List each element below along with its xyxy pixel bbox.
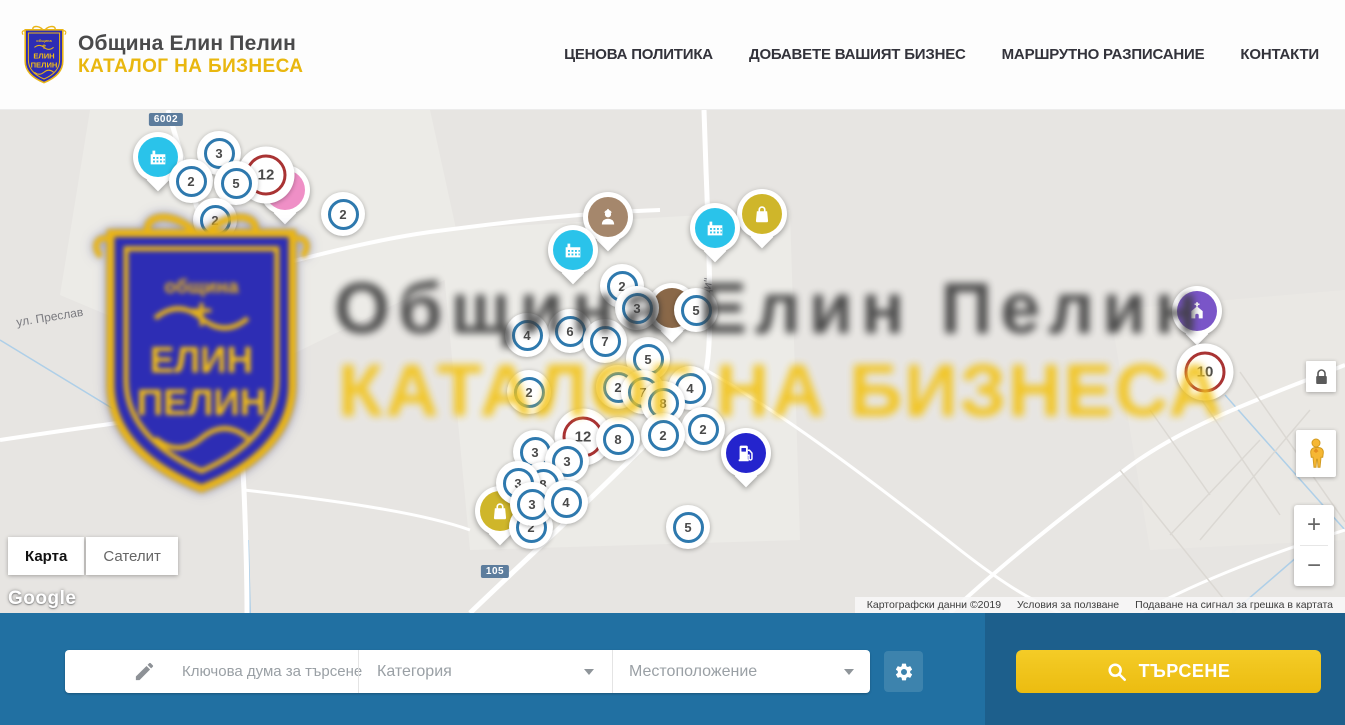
map-type-control: Карта Сателит	[8, 537, 178, 575]
search-fields-group: Категория Местоположение	[65, 650, 870, 693]
cluster-marker[interactable]: 3	[615, 286, 659, 330]
zoom-out-button[interactable]: −	[1294, 546, 1334, 586]
google-logo[interactable]: Google	[8, 588, 76, 610]
site-title: Община Елин Пелин	[78, 32, 303, 56]
street-view-pegman-button[interactable]	[1296, 430, 1336, 477]
fuel-pin-marker[interactable]	[721, 428, 771, 478]
chevron-down-icon	[844, 669, 854, 675]
cluster-marker[interactable]: 10	[1177, 344, 1234, 401]
location-select-label: Местоположение	[629, 663, 757, 681]
map-type-map-button[interactable]: Карта	[8, 537, 84, 575]
municipality-crest-icon	[20, 25, 68, 85]
category-select-label: Категория	[377, 663, 452, 681]
chevron-down-icon	[584, 669, 594, 675]
keyword-search-input[interactable]	[182, 663, 367, 680]
cluster-marker[interactable]: 2	[193, 198, 237, 242]
site-header: Община Елин Пелин КАТАЛОГ НА БИЗНЕСА ЦЕН…	[0, 0, 1345, 110]
nav-contacts[interactable]: КОНТАКТИ	[1240, 46, 1319, 63]
cluster-marker[interactable]: 2	[507, 370, 551, 414]
cluster-marker[interactable]: 5	[674, 288, 718, 332]
road-shield: 105	[481, 565, 509, 578]
google-map[interactable]: 6002105ул. Преславбул. „Новоселци" 31225…	[0, 110, 1345, 613]
location-select[interactable]: Местоположение	[612, 650, 870, 693]
cluster-marker[interactable]: 5	[666, 505, 710, 549]
search-icon	[1107, 662, 1127, 682]
search-button-label: ТЪРСЕНЕ	[1139, 661, 1231, 682]
nav-pricing-policy[interactable]: ЦЕНОВА ПОЛИТИКА	[564, 46, 713, 63]
lock-icon	[1315, 369, 1328, 385]
cluster-marker[interactable]: 2	[641, 413, 685, 457]
attribution-report-error-link[interactable]: Подаване на сигнал за грешка в картата	[1127, 599, 1341, 611]
category-select[interactable]: Категория	[358, 650, 612, 693]
church-pin-marker[interactable]	[1172, 286, 1222, 336]
main-nav: ЦЕНОВА ПОЛИТИКА ДОБАВЕТЕ ВАШИЯТ БИЗНЕС М…	[564, 46, 1319, 63]
lock-button[interactable]	[1306, 361, 1336, 392]
map-attribution: Картографски данни ©2019 Условия за полз…	[855, 597, 1345, 613]
cluster-marker[interactable]: 2	[681, 407, 725, 451]
cluster-marker[interactable]: 4	[544, 480, 588, 524]
attribution-terms-link[interactable]: Условия за ползване	[1009, 599, 1127, 611]
pencil-icon	[133, 660, 156, 683]
site-logo[interactable]: Община Елин Пелин КАТАЛОГ НА БИЗНЕСА	[20, 25, 303, 85]
cluster-marker[interactable]: 8	[596, 417, 640, 461]
attribution-copyright: Картографски данни ©2019	[859, 599, 1009, 611]
bag-pin-marker[interactable]	[737, 189, 787, 239]
search-button[interactable]: ТЪРСЕНЕ	[1016, 650, 1321, 693]
site-subtitle: КАТАЛОГ НА БИЗНЕСА	[78, 56, 303, 78]
cluster-marker[interactable]: 7	[583, 319, 627, 363]
gear-icon	[894, 662, 914, 682]
cluster-marker[interactable]: 2	[169, 159, 213, 203]
factory-pin-marker[interactable]	[548, 225, 598, 275]
factory-pin-marker[interactable]	[690, 203, 740, 253]
nav-add-your-business[interactable]: ДОБАВЕТЕ ВАШИЯТ БИЗНЕС	[749, 46, 966, 63]
search-bar: Категория Местоположение ТЪРСЕНЕ	[0, 613, 1345, 725]
zoom-in-button[interactable]: +	[1294, 505, 1334, 545]
map-type-satellite-button[interactable]: Сателит	[86, 537, 178, 575]
cluster-marker[interactable]: 2	[321, 192, 365, 236]
zoom-control: + −	[1294, 505, 1334, 586]
pegman-icon	[1305, 438, 1327, 469]
keyword-field-section	[65, 650, 358, 693]
road-shield: 6002	[149, 113, 183, 126]
advanced-settings-button[interactable]	[884, 651, 923, 692]
cluster-marker[interactable]: 4	[505, 313, 549, 357]
nav-route-schedule[interactable]: МАРШРУТНО РАЗПИСАНИЕ	[1002, 46, 1205, 63]
